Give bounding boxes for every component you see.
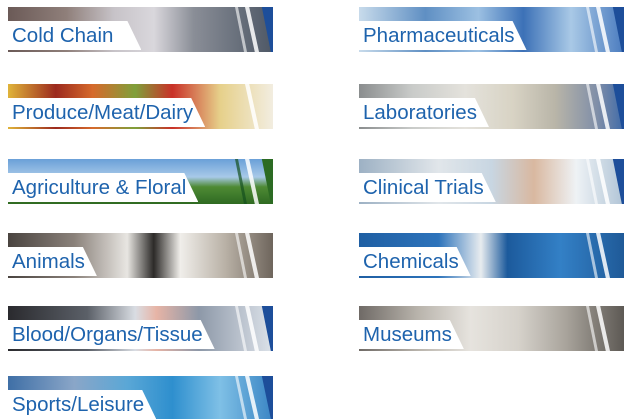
tile-museums[interactable]: Museums [359,306,624,351]
tile-produce-meat-dairy[interactable]: Produce/Meat/Dairy [8,84,273,129]
tile-pharmaceuticals[interactable]: Pharmaceuticals [359,7,624,52]
tile-label: Agriculture & Floral [8,173,198,202]
tile-label: Chemicals [359,247,471,276]
tile-sports-leisure[interactable]: Sports/Leisure [8,376,273,419]
tile-agriculture-floral[interactable]: Agriculture & Floral [8,159,273,204]
tile-label: Produce/Meat/Dairy [8,98,205,127]
tile-animals[interactable]: Animals [8,233,273,278]
tile-laboratories[interactable]: Laboratories [359,84,624,129]
tile-label: Pharmaceuticals [359,21,527,50]
tile-label: Cold Chain [8,21,141,50]
tile-label: Sports/Leisure [8,390,156,419]
tile-label: Blood/Organs/Tissue [8,320,215,349]
tile-cold-chain[interactable]: Cold Chain [8,7,273,52]
tile-label: Animals [8,247,97,276]
tile-chemicals[interactable]: Chemicals [359,233,624,278]
tile-label: Clinical Trials [359,173,496,202]
tile-blood-organs-tissue[interactable]: Blood/Organs/Tissue [8,306,273,351]
tile-label: Museums [359,320,464,349]
tile-clinical-trials[interactable]: Clinical Trials [359,159,624,204]
tile-label: Laboratories [359,98,489,127]
